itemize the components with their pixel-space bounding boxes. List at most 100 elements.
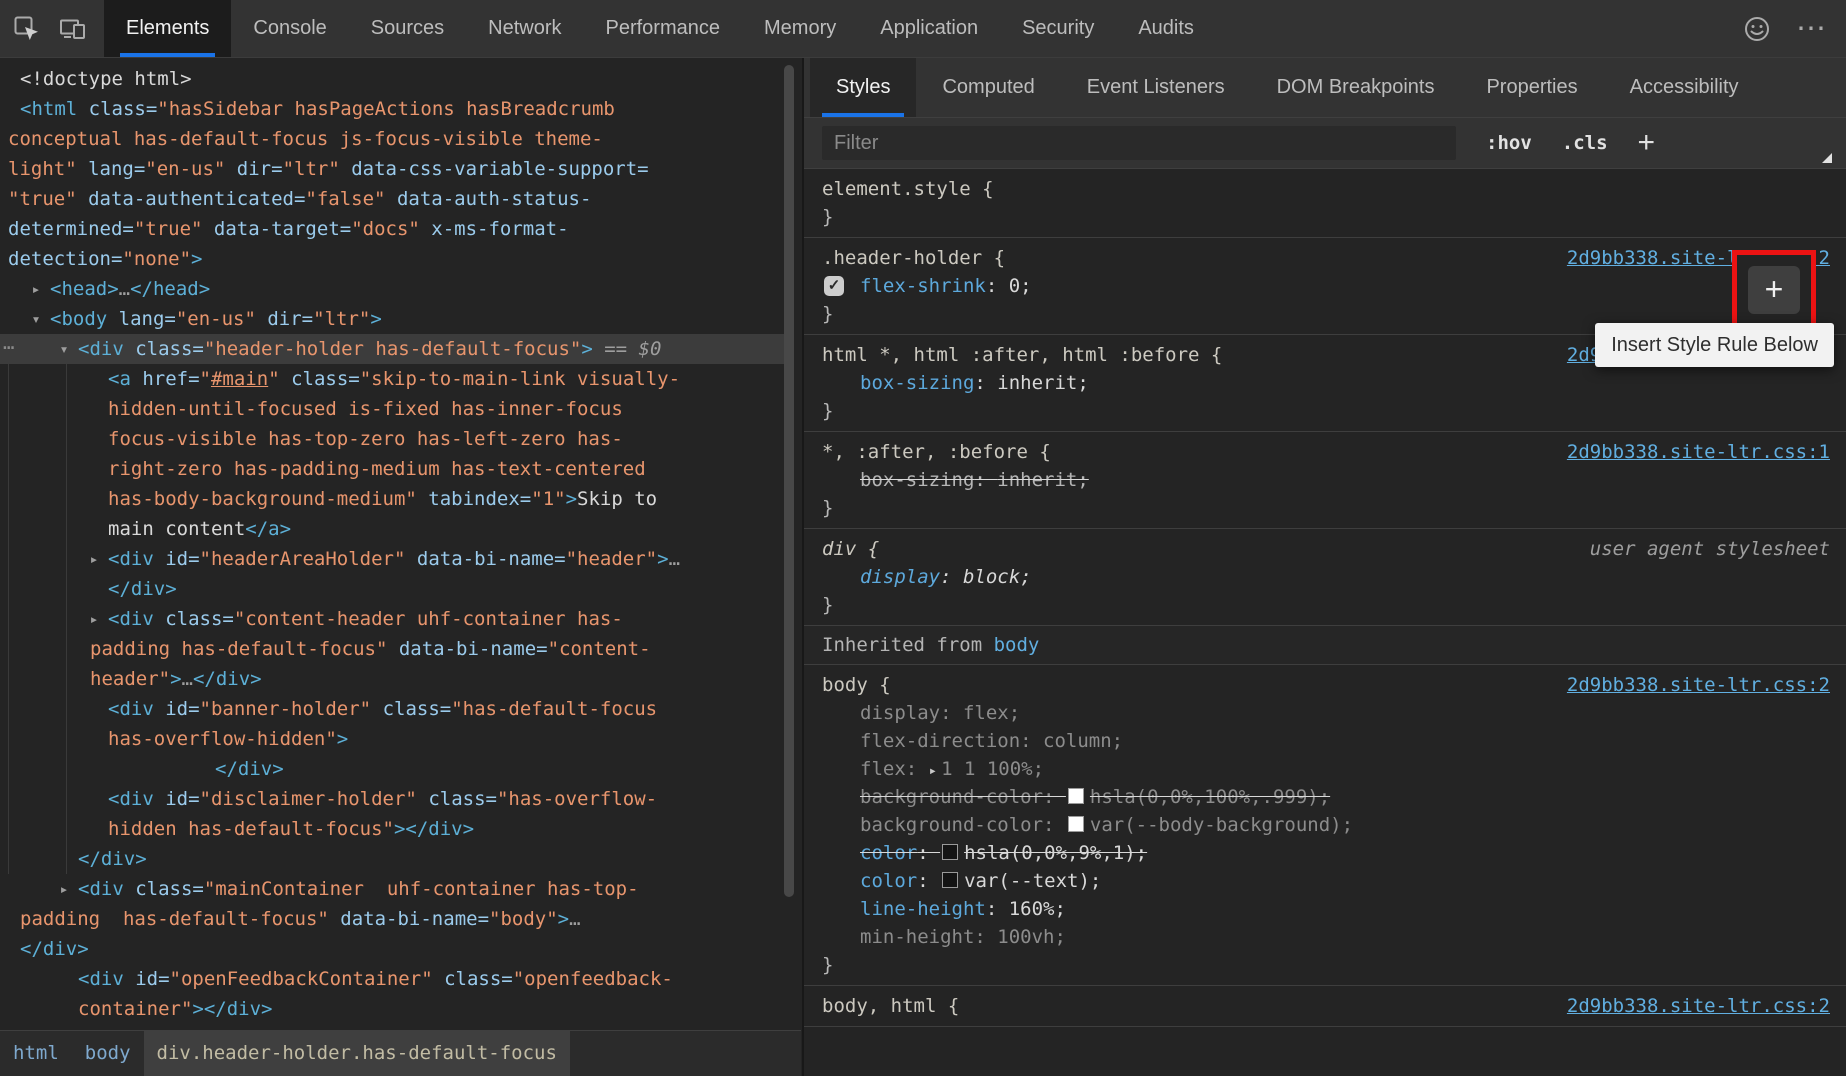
dom-node[interactable]: light" lang="en-us" dir="ltr" data-css-v… bbox=[0, 154, 785, 184]
insert-style-rule-button[interactable]: + bbox=[1748, 266, 1800, 314]
css-property-value[interactable]: inherit; bbox=[997, 469, 1089, 491]
css-property-value[interactable]: 160%; bbox=[1009, 898, 1066, 920]
collapse-arrow-icon[interactable]: ▾ bbox=[26, 304, 46, 334]
css-property-value[interactable]: column; bbox=[1043, 730, 1123, 752]
dom-node[interactable]: header">…</div> bbox=[0, 664, 785, 694]
dom-node[interactable]: ▾<body lang="en-us" dir="ltr"> bbox=[0, 304, 785, 334]
css-property-value[interactable]: var(--text); bbox=[964, 870, 1101, 892]
dom-node[interactable]: container"></div> bbox=[0, 994, 785, 1024]
css-declaration-box-sizing[interactable]: box-sizing: inherit; bbox=[804, 369, 1846, 397]
color-swatch-white[interactable] bbox=[1068, 816, 1084, 832]
css-declaration-flex[interactable]: flex: ▸1 1 100%; bbox=[804, 755, 1846, 783]
css-property-name[interactable]: min-height bbox=[860, 926, 974, 948]
dom-node[interactable]: </div> bbox=[0, 844, 785, 874]
collapse-arrow-icon[interactable]: ▾ bbox=[54, 334, 74, 364]
tab-console[interactable]: Console bbox=[231, 0, 348, 57]
dom-node[interactable]: right-zero has-padding-medium has-text-c… bbox=[0, 454, 785, 484]
css-property-name[interactable]: flex-direction bbox=[860, 730, 1020, 752]
dom-node[interactable]: </div> bbox=[0, 934, 785, 964]
tab-network[interactable]: Network bbox=[466, 0, 583, 57]
css-property-value[interactable]: 0; bbox=[1009, 275, 1032, 297]
css-property-value[interactable]: hsla(0,0%,100%,.999); bbox=[1090, 786, 1330, 808]
dom-node[interactable]: hidden has-default-focus"></div> bbox=[0, 814, 785, 844]
dom-node[interactable]: focus-visible has-top-zero has-left-zero… bbox=[0, 424, 785, 454]
sidebar-tab-styles[interactable]: Styles bbox=[810, 57, 916, 117]
breadcrumb-item-body[interactable]: body bbox=[72, 1031, 144, 1076]
css-property-name[interactable]: display bbox=[860, 702, 940, 724]
sidebar-tab-accessibility[interactable]: Accessibility bbox=[1604, 57, 1765, 117]
stylesheet-source-link[interactable]: 2d9bb338.site-ltr.css:1 bbox=[1567, 438, 1830, 466]
css-property-name[interactable]: color bbox=[860, 842, 917, 864]
css-declaration-display[interactable]: display: flex; bbox=[804, 699, 1846, 727]
tab-memory[interactable]: Memory bbox=[742, 0, 858, 57]
color-swatch-dark[interactable] bbox=[942, 872, 958, 888]
dom-node[interactable]: </div> bbox=[0, 754, 785, 784]
rule-selector[interactable]: body, html {2d9bb338.site-ltr.css:2 bbox=[804, 992, 1846, 1020]
expand-arrow-icon[interactable]: ▸ bbox=[84, 544, 104, 574]
dom-node[interactable]: <div id="banner-holder" class="has-defau… bbox=[0, 694, 785, 724]
declaration-checkbox[interactable]: ✓ bbox=[824, 276, 844, 296]
css-property-name[interactable]: background-color bbox=[860, 786, 1043, 808]
css-property-name[interactable]: flex-shrink bbox=[860, 275, 986, 297]
dom-node[interactable]: <!doctype html> bbox=[0, 64, 785, 94]
breadcrumb-item-div[interactable]: div.header-holder.has-default-focus bbox=[144, 1031, 570, 1076]
inspect-icon[interactable] bbox=[12, 14, 42, 44]
dom-node[interactable]: hidden-until-focused is-fixed has-inner-… bbox=[0, 394, 785, 424]
dom-node[interactable]: <html class="hasSidebar hasPageActions h… bbox=[0, 94, 785, 124]
dom-node[interactable]: padding has-default-focus" data-bi-name=… bbox=[0, 634, 785, 664]
expand-arrow-icon[interactable]: ▸ bbox=[84, 604, 104, 634]
css-declaration-box-sizing[interactable]: box-sizing: inherit; bbox=[804, 466, 1846, 494]
css-declaration-line-height[interactable]: line-height: 160%; bbox=[804, 895, 1846, 923]
css-declaration-display[interactable]: display: block; bbox=[804, 563, 1846, 591]
tab-security[interactable]: Security bbox=[1000, 0, 1116, 57]
css-declaration-color[interactable]: color: hsla(0,0%,9%,1); bbox=[804, 839, 1846, 867]
dom-node[interactable]: detection="none"> bbox=[0, 244, 785, 274]
tab-application[interactable]: Application bbox=[858, 0, 1000, 57]
css-property-name[interactable]: display bbox=[860, 566, 940, 588]
feedback-smiley-icon[interactable] bbox=[1742, 14, 1772, 44]
css-property-name[interactable]: box-sizing bbox=[860, 372, 974, 394]
dom-node[interactable]: <div id="disclaimer-holder" class="has-o… bbox=[0, 784, 785, 814]
expand-arrow-icon[interactable]: ▸ bbox=[26, 274, 46, 304]
css-property-name[interactable]: box-sizing bbox=[860, 469, 974, 491]
stylesheet-source-link[interactable]: 2d9bb338.site-ltr.css:2 bbox=[1567, 992, 1830, 1020]
rule-selector[interactable]: body {2d9bb338.site-ltr.css:2 bbox=[804, 671, 1846, 699]
device-toolbar-icon[interactable] bbox=[58, 14, 88, 44]
element-classes-button[interactable]: .cls bbox=[1562, 132, 1608, 154]
css-declaration-background-color[interactable]: background-color: hsla(0,0%,100%,.999); bbox=[804, 783, 1846, 811]
css-declaration-min-height[interactable]: min-height: 100vh; bbox=[804, 923, 1846, 951]
dom-node[interactable]: "true" data-authenticated="false" data-a… bbox=[0, 184, 785, 214]
tab-audits[interactable]: Audits bbox=[1116, 0, 1216, 57]
dom-node[interactable]: main content</a> bbox=[0, 514, 785, 544]
css-property-value[interactable]: 1 1 100%; bbox=[941, 758, 1044, 780]
inherited-from-node-link[interactable]: body bbox=[994, 634, 1040, 656]
css-property-value[interactable]: flex; bbox=[963, 702, 1020, 724]
rule-selector[interactable]: element.style { bbox=[804, 175, 1846, 203]
css-property-value[interactable]: hsla(0,0%,9%,1); bbox=[964, 842, 1147, 864]
css-declaration-background-color[interactable]: background-color: var(--body-background)… bbox=[804, 811, 1846, 839]
sidebar-tab-dom-breakpoints[interactable]: DOM Breakpoints bbox=[1251, 57, 1461, 117]
more-options-icon[interactable]: ⋯ bbox=[1796, 0, 1826, 57]
elements-scrollbar-thumb[interactable] bbox=[784, 65, 794, 897]
css-property-name[interactable]: color bbox=[860, 870, 917, 892]
css-property-name[interactable]: flex bbox=[860, 758, 906, 780]
css-property-value[interactable]: var(--body-background); bbox=[1090, 814, 1353, 836]
tab-sources[interactable]: Sources bbox=[349, 0, 466, 57]
css-property-value[interactable]: block; bbox=[963, 566, 1032, 588]
sidebar-tab-event-listeners[interactable]: Event Listeners bbox=[1061, 57, 1251, 117]
dom-node[interactable]: ▸<div id="headerAreaHolder" data-bi-name… bbox=[0, 544, 785, 574]
expand-shorthand-icon[interactable]: ▸ bbox=[929, 763, 937, 779]
tab-elements[interactable]: Elements bbox=[104, 0, 231, 57]
new-style-rule-button[interactable]: + bbox=[1638, 118, 1656, 168]
css-property-value[interactable]: inherit; bbox=[997, 372, 1089, 394]
css-property-name[interactable]: background-color bbox=[860, 814, 1043, 836]
color-swatch-dark[interactable] bbox=[942, 844, 958, 860]
styles-filter-input[interactable] bbox=[822, 126, 1456, 160]
node-overflow-dots-icon[interactable]: … bbox=[3, 328, 15, 358]
sidebar-tab-computed[interactable]: Computed bbox=[916, 57, 1060, 117]
dom-node[interactable]: <a href="#main" class="skip-to-main-link… bbox=[0, 364, 785, 394]
dom-node[interactable]: ▸<div class="mainContainer uhf-container… bbox=[0, 874, 785, 904]
toggle-element-state-button[interactable]: :hov bbox=[1486, 132, 1532, 154]
tab-performance[interactable]: Performance bbox=[584, 0, 743, 57]
dom-node[interactable]: ▸<head>…</head> bbox=[0, 274, 785, 304]
